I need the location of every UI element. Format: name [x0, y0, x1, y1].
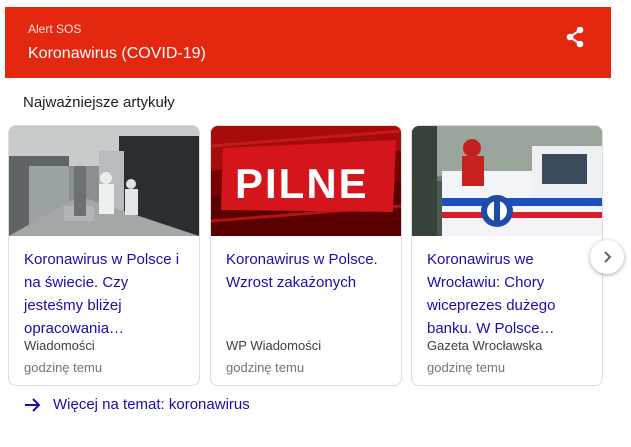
article-time: godzinę temu — [427, 360, 506, 375]
article-time: godzinę temu — [24, 360, 103, 375]
sos-alert-header: Alert SOS Koronawirus (COVID-19) — [5, 7, 611, 78]
article-card[interactable]: Koronawirus we Wrocławiu: Chory wiceprez… — [411, 125, 603, 386]
article-title[interactable]: Koronawirus w Polsce i na świecie. Czy j… — [24, 248, 189, 340]
article-card[interactable]: PILNE Koronawirus w Polsce. Wzrost zakaż… — [210, 125, 402, 386]
article-card[interactable]: Koronawirus w Polsce i na świecie. Czy j… — [8, 125, 200, 386]
arrow-right-icon — [25, 397, 41, 412]
article-thumbnail — [412, 126, 602, 236]
pilne-banner-text: PILNE — [235, 160, 369, 207]
more-on-topic-link[interactable]: Więcej na temat: koronawirus — [24, 396, 250, 413]
more-on-topic-label: Więcej na temat: koronawirus — [53, 396, 250, 413]
article-source: WP Wiadomości — [226, 338, 322, 353]
share-icon — [566, 26, 584, 48]
sos-alert-label: Alert SOS — [28, 22, 82, 36]
top-articles-heading: Najważniejsze artykuły — [23, 94, 175, 111]
pilne-banner: PILNE — [211, 126, 401, 236]
article-title[interactable]: Koronawirus w Polsce. Wzrost zakażonych — [226, 248, 391, 294]
sos-alert-title[interactable]: Koronawirus (COVID-19) — [28, 45, 206, 63]
chevron-right-icon — [604, 251, 612, 263]
article-thumbnail — [9, 126, 199, 236]
hospital-corridor-photo — [9, 126, 199, 236]
carousel-next-button[interactable] — [590, 240, 624, 274]
article-source: Wiadomości — [24, 338, 95, 353]
ambulance-photo — [412, 126, 602, 236]
article-thumbnail: PILNE — [211, 126, 401, 236]
article-title[interactable]: Koronawirus we Wrocławiu: Chory wiceprez… — [427, 248, 592, 340]
share-button[interactable] — [559, 21, 591, 53]
article-source: Gazeta Wrocławska — [427, 338, 543, 353]
article-time: godzinę temu — [226, 360, 305, 375]
